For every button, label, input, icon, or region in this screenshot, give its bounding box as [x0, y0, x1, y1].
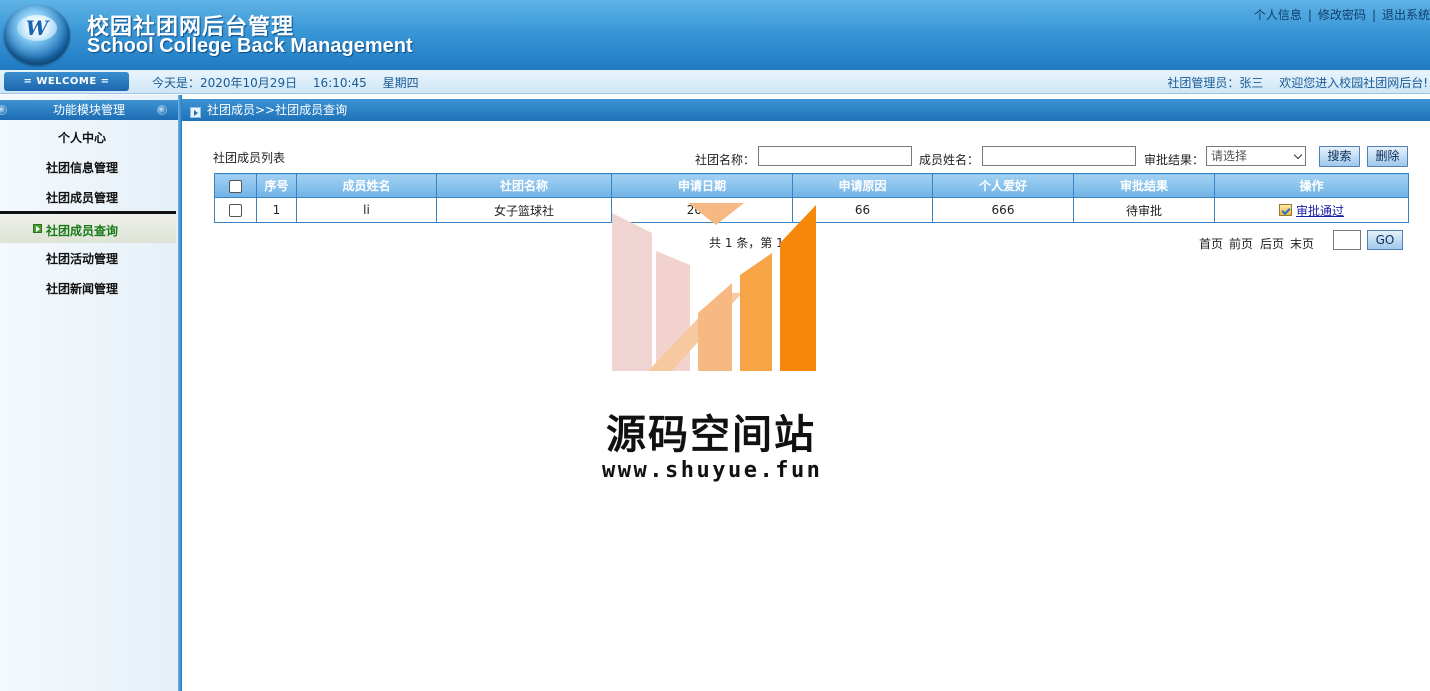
- prev-page-link[interactable]: 前页: [1229, 235, 1253, 252]
- sidebar-item-label: 社团成员查询: [46, 224, 119, 238]
- sidebar-item-club-news[interactable]: 社团新闻管理: [0, 280, 164, 297]
- app-header: W 校园社团网后台管理 School College Back Manageme…: [0, 0, 1430, 70]
- column-header: 个人爱好: [932, 173, 1074, 198]
- first-page-link[interactable]: 首页: [1199, 235, 1223, 252]
- result-select[interactable]: 请选择: [1206, 146, 1306, 166]
- column-header: 成员姓名: [296, 173, 437, 198]
- watermark-url: www.shuyue.fun: [602, 458, 823, 483]
- link-separator: |: [1371, 8, 1376, 22]
- result-select-value: 请选择: [1211, 149, 1248, 163]
- page-number-input[interactable]: [1333, 230, 1361, 250]
- select-all-checkbox[interactable]: [229, 179, 242, 193]
- approve-link[interactable]: 审批通过: [1296, 204, 1344, 218]
- member-name-label: 成员姓名：: [919, 153, 980, 167]
- arrow-right-icon: [190, 107, 201, 118]
- personal-info-link[interactable]: 个人信息: [1254, 8, 1302, 22]
- club-name-label: 社团名称：: [695, 153, 756, 167]
- logo-letter: W: [17, 15, 57, 41]
- member-name-input[interactable]: [982, 146, 1136, 166]
- admin-name: 社团管理员：张三: [1167, 76, 1264, 90]
- row-member-name: li: [296, 197, 437, 223]
- wm-chevron: [688, 203, 744, 225]
- sidebar-item-club-members[interactable]: 社团成员管理: [0, 189, 164, 206]
- sidebar-item-member-query[interactable]: 社团成员查询: [0, 215, 176, 243]
- weekday-text: 星期四: [382, 76, 419, 90]
- bullet-icon: [157, 105, 167, 115]
- row-hobby: 666: [932, 197, 1074, 223]
- link-separator: |: [1307, 8, 1312, 22]
- column-header: 申请日期: [611, 173, 793, 198]
- column-header: 申请原因: [792, 173, 933, 198]
- row-action-cell: 审批通过: [1214, 197, 1409, 223]
- date-text: 今天是：2020年10月29日: [152, 76, 298, 90]
- date-display: 今天是：2020年10月29日 16:10:45 星期四: [152, 74, 431, 91]
- wm-bar: [612, 213, 652, 371]
- last-page-link[interactable]: 末页: [1290, 235, 1314, 252]
- change-password-link[interactable]: 修改密码: [1318, 8, 1366, 22]
- column-header: 操作: [1214, 173, 1409, 198]
- time-text: 16:10:45: [312, 76, 367, 90]
- search-button[interactable]: 搜索: [1319, 146, 1360, 167]
- result-label: 审批结果：: [1144, 153, 1205, 167]
- welcome-message: 欢迎您进入校园社团网后台!: [1279, 76, 1428, 90]
- wm-bar: [698, 283, 732, 371]
- chevron-down-icon: [1293, 150, 1303, 160]
- breadcrumb-text: 社团成员>>社团成员查询: [207, 103, 348, 117]
- wm-bar: [780, 205, 816, 371]
- club-name-input[interactable]: [758, 146, 912, 166]
- bullet-icon: [0, 105, 7, 115]
- sidebar-heading-label: 功能模块管理: [52, 103, 125, 117]
- logo-icon: W: [4, 5, 70, 65]
- watermark-logo: [612, 203, 816, 371]
- user-info: 社团管理员：张三 欢迎您进入校园社团网后台!: [1155, 74, 1428, 91]
- select-all-cell: [214, 173, 257, 198]
- approve-icon: [1278, 203, 1292, 216]
- delete-button[interactable]: 删除: [1367, 146, 1408, 167]
- sidebar-divider: [0, 211, 176, 214]
- list-title: 社团成员列表: [213, 151, 286, 165]
- breadcrumb: 社团成员>>社团成员查询: [182, 99, 1430, 121]
- sidebar-border: [178, 95, 182, 691]
- next-page-link[interactable]: 后页: [1260, 235, 1284, 252]
- row-select-cell: [214, 197, 257, 223]
- row-checkbox[interactable]: [229, 204, 242, 217]
- column-header: 社团名称: [436, 173, 612, 198]
- sidebar-heading: 功能模块管理: [0, 100, 178, 120]
- column-header: 序号: [256, 173, 297, 198]
- sidebar-item-club-activities[interactable]: 社团活动管理: [0, 250, 164, 267]
- watermark-name: 源码空间站: [606, 412, 816, 458]
- wm-bar: [740, 253, 772, 371]
- row-club-name: 女子篮球社: [436, 197, 612, 223]
- info-bar: = WELCOME = 今天是：2020年10月29日 16:10:45 星期四…: [0, 70, 1430, 94]
- row-index: 1: [256, 197, 297, 223]
- system-title-en: School College Back Management: [87, 35, 413, 57]
- welcome-badge: = WELCOME =: [4, 72, 129, 91]
- arrow-right-icon: [33, 224, 42, 233]
- sidebar-item-personal-center[interactable]: 个人中心: [0, 129, 164, 146]
- go-button[interactable]: GO: [1367, 230, 1403, 250]
- row-approval-result: 待审批: [1073, 197, 1215, 223]
- column-header: 审批结果: [1073, 173, 1215, 198]
- sidebar-item-club-info[interactable]: 社团信息管理: [0, 159, 164, 176]
- sidebar: 功能模块管理 个人中心 社团信息管理 社团成员管理 社团成员查询 社团活动管理 …: [0, 95, 178, 691]
- top-links: 个人信息 | 修改密码 | 退出系统: [1254, 6, 1430, 23]
- logout-link[interactable]: 退出系统: [1382, 8, 1430, 22]
- table-header-row: 序号 成员姓名 社团名称 申请日期 申请原因 个人爱好 审批结果 操作: [214, 173, 1409, 198]
